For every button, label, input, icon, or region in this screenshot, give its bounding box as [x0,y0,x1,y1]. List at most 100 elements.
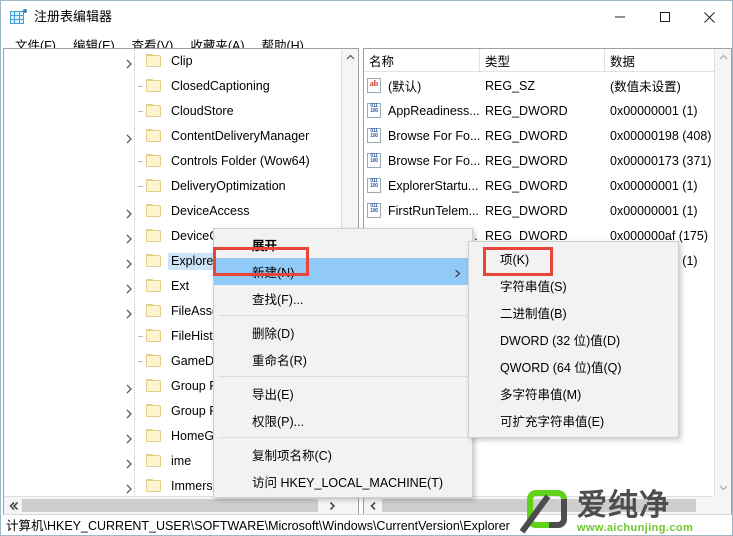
folder-icon [146,429,162,443]
tree-hscroll-thumb[interactable] [22,499,318,512]
value-row[interactable]: 011 100 Browse For Fo... REG_DWORD 0x0000017… [364,148,731,173]
scroll-up-icon[interactable] [342,49,358,66]
context-menu-item[interactable]: 复制项名称(C) [214,441,472,468]
dword-value-icon: 011100 [367,203,382,218]
submenu-item[interactable]: 项(K) [469,245,678,272]
value-type: REG_DWORD [485,203,568,218]
context-menu-item[interactable]: 导出(E) [214,380,472,407]
context-menu-item[interactable]: 删除(D) [214,319,472,346]
column-header-data[interactable]: 数据 [605,49,731,72]
scroll-left-icon[interactable] [364,497,382,514]
tree-item[interactable]: DeliveryOptimization [4,174,340,199]
value-row[interactable]: 011 100 AppReadiness... REG_DWORD 0x00000001… [364,98,731,123]
chevron-right-icon[interactable] [124,281,134,294]
folder-icon [146,129,162,143]
context-menu-item[interactable]: 新建(N) [214,258,472,285]
folder-icon [146,304,162,318]
submenu-item[interactable]: 字符串值(S) [469,272,678,299]
new-submenu[interactable]: 项(K) 字符串值(S) 二进制值(B) DWORD (32 位)值(D) QWORD … [468,241,679,438]
value-row[interactable]: 011 100 Browse For Fo... REG_DWORD 0x0000019… [364,123,731,148]
value-type: REG_DWORD [485,153,568,168]
tree-guide-line [134,49,135,496]
column-header-name[interactable]: 名称 [364,49,480,72]
context-menu-item[interactable]: 查找(F)... [214,285,472,312]
value-row[interactable]: 011 100 FirstRunTelem... REG_DWORD 0x0000000… [364,198,731,223]
tree-item[interactable]: ClosedCaptioning [4,74,340,99]
chevron-right-icon[interactable] [124,56,134,69]
window-title: 注册表编辑器 [34,9,113,24]
tree-item-label: Clip [171,54,193,68]
context-menu-item-label: 权限(P)... [252,415,305,429]
tree-horizontal-scrollbar[interactable] [4,496,341,514]
tree-item[interactable]: ContentDeliveryManager [4,124,340,149]
tree-item[interactable]: DeviceAccess [4,199,340,224]
tree-scroll-corner [341,496,358,514]
context-menu-item[interactable]: 访问 HKEY_LOCAL_MACHINE(T) [214,468,472,495]
tree-item[interactable]: Controls Folder (Wow64) [4,149,340,174]
scroll-right-icon[interactable] [323,497,341,514]
registry-editor-window: 注册表编辑器 文件(F) 编辑(E) 查看(V) 收藏夹(A) 帮助(H) Cl… [0,0,733,536]
chevron-right-icon[interactable] [124,131,134,144]
folder-icon [146,404,162,418]
menu-separator [218,437,468,438]
submenu-item-label: 字符串值(S) [500,280,567,294]
folder-icon [146,454,162,468]
chevron-right-icon[interactable] [124,206,134,219]
value-data: 0x00000198 (408) [610,128,712,143]
value-row[interactable]: ab (默认) REG_SZ (数值未设置) [364,73,731,98]
scroll-up-icon[interactable] [715,49,731,66]
tree-item[interactable]: Clip [4,49,340,74]
folder-icon [146,179,162,193]
submenu-item[interactable]: 多字符串值(M) [469,380,678,407]
close-icon[interactable] [687,1,732,33]
chevron-right-icon[interactable] [124,306,134,319]
submenu-item[interactable]: QWORD (64 位)值(Q) [469,353,678,380]
submenu-item-label: QWORD (64 位)值(Q) [500,361,622,375]
chevron-right-icon[interactable] [124,431,134,444]
value-type: REG_DWORD [485,178,568,193]
maximize-icon[interactable] [642,1,687,33]
folder-icon [146,104,162,118]
folder-icon [146,204,162,218]
folder-icon [146,354,162,368]
tree-connector [138,161,143,162]
tree-item-label: Ext [171,279,190,293]
submenu-item[interactable]: DWORD (32 位)值(D) [469,326,678,353]
value-type: REG_DWORD [485,128,568,143]
submenu-item-label: 项(K) [500,253,530,267]
value-name: (默认) [388,80,422,94]
context-menu-item[interactable]: 重命名(R) [214,346,472,373]
scroll-left-icon[interactable] [4,497,22,514]
chevron-right-icon[interactable] [124,381,134,394]
chevron-right-icon[interactable] [124,481,134,494]
tree-item[interactable]: CloudStore [4,99,340,124]
chevron-right-icon[interactable] [124,256,134,269]
chevron-right-icon[interactable] [124,406,134,419]
value-row[interactable]: 011 100 ExplorerStartu... REG_DWORD 0x000000… [364,173,731,198]
value-data: (数值未设置) [610,80,681,94]
submenu-item[interactable]: 二进制值(B) [469,299,678,326]
tree-item-label: ime [171,454,192,468]
submenu-item-label: 可扩充字符串值(E) [500,415,605,429]
context-menu-item-label: 重命名(R) [252,354,307,368]
tree-item-label: DeviceAccess [171,204,250,218]
context-menu-item[interactable]: 权限(P)... [214,407,472,434]
minimize-icon[interactable] [597,1,642,33]
column-header-type[interactable]: 类型 [480,49,605,72]
values-vertical-scrollbar[interactable] [714,49,731,496]
submenu-item-label: 多字符串值(M) [500,388,582,402]
chevron-right-icon[interactable] [124,231,134,244]
folder-icon [146,329,162,343]
context-menu-item[interactable]: 展开 [214,231,472,258]
tree-item-label: DeliveryOptimization [171,179,286,193]
value-data: 0x00000001 (1) [610,178,698,193]
context-menu-item-label: 删除(D) [252,327,295,341]
tree-context-menu[interactable]: 展开 新建(N) 查找(F)... 删除(D) 重命名(R) 导出(E) 权限(P)... 复… [213,228,473,498]
value-type: REG_DWORD [485,103,568,118]
value-data: 0x00000001 (1) [610,103,698,118]
chevron-right-icon[interactable] [124,456,134,469]
tree-item-label: Controls Folder (Wow64) [171,154,310,168]
submenu-item[interactable]: 可扩充字符串值(E) [469,407,678,434]
value-name: Browse For Fo... [388,128,481,143]
scroll-down-icon[interactable] [715,479,731,496]
